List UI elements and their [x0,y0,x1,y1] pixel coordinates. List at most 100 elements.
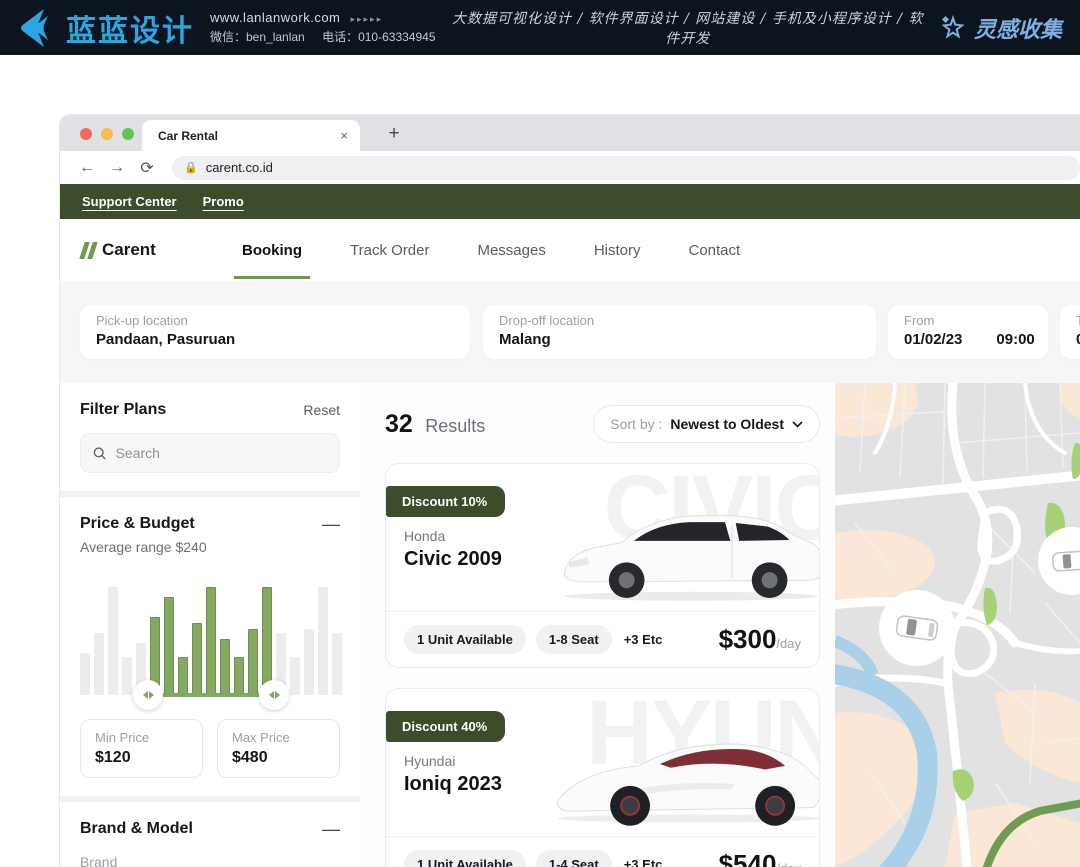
car-image-ioniq [553,726,820,826]
sort-prefix: Sort by : [610,416,662,432]
new-tab-button[interactable]: + [382,123,406,145]
car-card-civic[interactable]: CIVIC Discount 10% Honda Civic 2009 [385,463,820,668]
histogram-bar [332,633,342,695]
nav-item-booking[interactable]: Booking [240,222,304,279]
filter-search-box[interactable] [80,433,340,473]
car-brand: Honda [404,528,445,544]
car-card-ioniq[interactable]: HYUN Discount 40% Hyundai Ioniq 2023 [385,688,820,867]
car-specs: 1 Unit Available 1-4 Seat +3 Etc $540/da… [386,836,819,867]
inspiration-collect-label: 灵感收集 [974,12,1062,44]
back-icon[interactable]: ← [74,155,100,181]
min-price-label: Min Price [95,730,188,745]
chevron-down-icon [792,421,803,428]
brand-group-label: Brand [80,854,340,867]
refresh-icon[interactable]: ⟳ [134,155,160,181]
histogram-bars [80,585,342,695]
nav-item-track-order[interactable]: Track Order [348,222,431,279]
sort-value: Newest to Oldest [670,416,784,432]
tab-close-icon[interactable]: × [338,128,350,143]
nav-item-history[interactable]: History [592,222,643,279]
units-pill: 1 Unit Available [404,850,526,867]
histogram-bar [80,653,90,695]
from-date-value: 01/02/23 [904,331,962,348]
pickup-location-value: Pandaan, Pasuruan [96,331,454,348]
histogram-bar [164,597,174,695]
min-price-input[interactable]: Min Price $120 [80,719,203,778]
histogram-bar [192,623,202,695]
promo-link[interactable]: Promo [203,194,244,209]
histogram-bar [178,657,188,695]
histogram-bar [262,587,272,695]
address-bar[interactable]: 🔒 carent.co.id [172,156,1080,180]
price-budget-title: Price & Budget [80,515,195,533]
car-model: Ioniq 2023 [404,773,502,796]
range-handle-max[interactable] [259,680,289,710]
tab-title: Car Rental [158,129,338,143]
collapse-brand-icon[interactable]: — [322,824,340,834]
average-range-text: Average range $240 [80,539,340,555]
etc-text: +3 Etc [624,857,663,867]
agency-wechat: 微信：ben_lanlan [210,30,305,44]
seats-pill: 1-8 Seat [536,625,612,654]
dropoff-location-value: Malang [499,331,860,348]
filter-plans-title: Filter Plans [80,401,166,419]
price-budget-section: Price & Budget — Average range $240 [60,497,360,796]
histogram-bar [318,587,328,695]
browser-toolbar: ← → ⟳ 🔒 carent.co.id [60,151,1080,184]
filter-plans-section: Filter Plans Reset [60,383,360,491]
utility-topbar: Support Center Promo [60,184,1080,219]
units-pill: 1 Unit Available [404,625,526,654]
car-brand: Hyundai [404,753,455,769]
histogram-bar [122,657,132,695]
carent-logo[interactable]: Carent [82,240,212,260]
search-icon [93,446,107,461]
to-date-value: 01/02/23 [1076,331,1080,348]
reset-filters-button[interactable]: Reset [303,402,340,418]
lock-icon: 🔒 [184,161,198,174]
min-price-value: $120 [95,749,188,767]
browser-tabstrip: Car Rental × + [60,115,1080,151]
site-nav: Carent Booking Track Order Messages Hist… [60,219,1080,281]
agency-services: 大数据可视化设计 / 软件界面设计 / 网站建设 / 手机及小程序设计 / 软件… [436,8,940,48]
histogram-bar [94,633,104,695]
agency-site-url: www.lanlanwork.com [210,10,340,25]
minimize-window-button[interactable] [101,128,113,140]
histogram-bar [108,587,118,695]
browser-tab[interactable]: Car Rental × [142,120,360,151]
map-car-marker[interactable] [879,590,955,666]
to-datetime-field[interactable]: To 01/02/23 [1060,305,1080,359]
nav-item-messages[interactable]: Messages [475,222,547,279]
filter-search-input[interactable] [116,445,327,461]
price-per-day: $540/day [719,849,801,867]
max-price-value: $480 [232,749,325,767]
support-center-link[interactable]: Support Center [82,194,177,209]
from-datetime-field[interactable]: From 01/02/23 09:00 [888,305,1048,359]
carent-brand-name: Carent [102,240,156,260]
etc-text: +3 Etc [624,632,663,647]
results-column: 32 Results Sort by : Newest to Oldest CI… [385,383,820,867]
sort-dropdown[interactable]: Sort by : Newest to Oldest [593,405,820,443]
maximize-window-button[interactable] [122,128,134,140]
inspiration-collect[interactable]: 灵感收集 [940,12,1062,44]
forward-icon[interactable]: → [104,155,130,181]
discount-badge: Discount 40% [386,711,505,742]
collapse-price-icon[interactable]: — [322,519,340,529]
histogram-bar [220,639,230,695]
nav-menu: Booking Track Order Messages History Con… [240,222,742,279]
pickup-location-field[interactable]: Pick-up location Pandaan, Pasuruan [80,305,470,359]
window-controls[interactable] [80,128,134,140]
max-price-input[interactable]: Max Price $480 [217,719,340,778]
close-window-button[interactable] [80,128,92,140]
page: 蓝蓝设计 www.lanlanwork.com ▸▸▸▸▸ 微信：ben_lan… [0,0,1080,867]
range-handle-min[interactable] [133,680,163,710]
histogram-bar [248,629,258,695]
agency-contact: www.lanlanwork.com ▸▸▸▸▸ 微信：ben_lanlan 电… [210,10,436,45]
results-map[interactable] [835,383,1080,867]
content-area: Filter Plans Reset Price & Budget [60,383,1080,867]
car-model: Civic 2009 [404,548,502,571]
nav-item-contact[interactable]: Contact [687,222,743,279]
dropoff-location-field[interactable]: Drop-off location Malang [483,305,876,359]
star-icon [940,15,966,41]
agency-logo: 蓝蓝设计 [14,6,194,50]
brand-model-title: Brand & Model [80,820,193,838]
